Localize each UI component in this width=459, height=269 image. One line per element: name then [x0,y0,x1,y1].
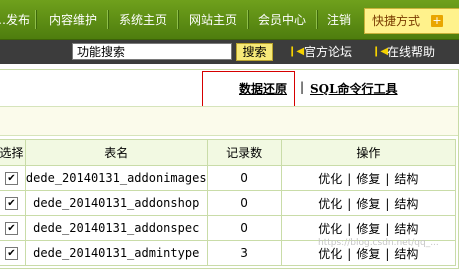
select-cell: ✔ [0,215,26,241]
nav-item-system-home[interactable]: 系统主页 [119,0,167,39]
nav-divider [247,10,249,29]
structure-link[interactable]: 结构 [394,172,418,186]
op-separator: | [385,246,390,261]
top-nav: …发布 内容维护 系统主页 网站主页 会员中心 注销 快捷方式 + [0,0,459,40]
operations-cell: 优化 | 修复 | 结构 [280,190,457,216]
nav-item-logout[interactable]: 注销 [327,0,351,39]
operations-cell: 优化 | 修复 | 结构 [280,165,457,191]
toolbar-separator: | [300,80,305,94]
select-cell: ✔ [0,190,26,216]
table-name: dede_20140131_addonshop [24,190,208,216]
table-row: ✔ dede_20140131_addonspec 0 优化 | 修复 | 结构 [0,215,457,241]
col-header-select: 选择 [0,139,26,166]
op-separator: | [347,171,352,186]
op-separator: | [347,196,352,211]
nav-item-content[interactable]: 内容维护 [49,0,97,39]
col-header-table-name: 表名 [24,139,208,166]
table-row: ✔ dede_20140131_addonshop 0 优化 | 修复 | 结构 [0,190,457,216]
structure-link[interactable]: 结构 [394,197,418,211]
panel-band [0,106,458,136]
nav-divider [316,10,318,29]
search-bar: 功能搜索 搜索 ❙◀ 官方论坛 ❙◀ 在线帮助 [0,40,459,64]
op-separator: | [347,246,352,261]
op-separator: | [385,196,390,211]
optimize-link[interactable]: 优化 [318,197,342,211]
repair-link[interactable]: 修复 [356,172,380,186]
help-link[interactable]: 在线帮助 [387,40,435,64]
panel-toolbar: 数据还原 | SQL命令行工具 [0,70,458,112]
plus-icon: + [431,14,443,27]
nav-item-site-home[interactable]: 网站主页 [189,0,237,39]
optimize-link[interactable]: 优化 [318,247,342,261]
quick-menu-button[interactable]: 快捷方式 + [364,8,459,34]
table-name: dede_20140131_admintype [24,240,208,266]
col-header-operations: 操作 [280,139,457,166]
select-cell: ✔ [0,240,26,266]
row-checkbox[interactable]: ✔ [4,247,18,260]
nav-item-member-center[interactable]: 会员中心 [258,0,306,39]
op-separator: | [385,221,390,236]
select-cell: ✔ [0,165,26,191]
record-count: 0 [206,190,282,216]
repair-link[interactable]: 修复 [356,247,380,261]
search-button[interactable]: 搜索 [236,43,273,61]
record-count: 0 [206,215,282,241]
table-name: dede_20140131_addonimages [24,165,208,191]
optimize-link[interactable]: 优化 [318,222,342,236]
repair-link[interactable]: 修复 [356,197,380,211]
table-name: dede_20140131_addonspec [24,215,208,241]
table-row: ✔ dede_20140131_addonimages 0 优化 | 修复 | 结构 [0,165,457,191]
op-separator: | [347,221,352,236]
record-count: 0 [206,165,282,191]
forum-link[interactable]: 官方论坛 [304,40,352,64]
repair-link[interactable]: 修复 [356,222,380,236]
op-separator: | [385,171,390,186]
col-header-record-count: 记录数 [206,139,282,166]
nav-item-publish[interactable]: …发布 [0,0,30,39]
row-checkbox[interactable]: ✔ [4,197,18,210]
sql-tool-link[interactable]: SQL命令行工具 [310,80,398,97]
bullet-icon: ❙◀ [372,46,389,57]
row-checkbox[interactable]: ✔ [4,222,18,235]
structure-link[interactable]: 结构 [394,247,418,261]
operations-cell: 优化 | 修复 | 结构 [280,215,457,241]
table-header-row: 选择 表名 记录数 操作 [0,139,457,166]
structure-link[interactable]: 结构 [394,222,418,236]
search-input[interactable]: 功能搜索 [72,43,232,60]
quick-menu-label: 快捷方式 [372,14,421,28]
bullet-icon: ❙◀ [288,46,305,57]
nav-divider [177,10,179,29]
nav-divider [107,10,109,29]
row-checkbox[interactable]: ✔ [4,172,18,185]
watermark: https://blog.csdn.net/qq_... [318,238,439,248]
nav-divider [35,10,37,29]
optimize-link[interactable]: 优化 [318,172,342,186]
record-count: 3 [206,240,282,266]
